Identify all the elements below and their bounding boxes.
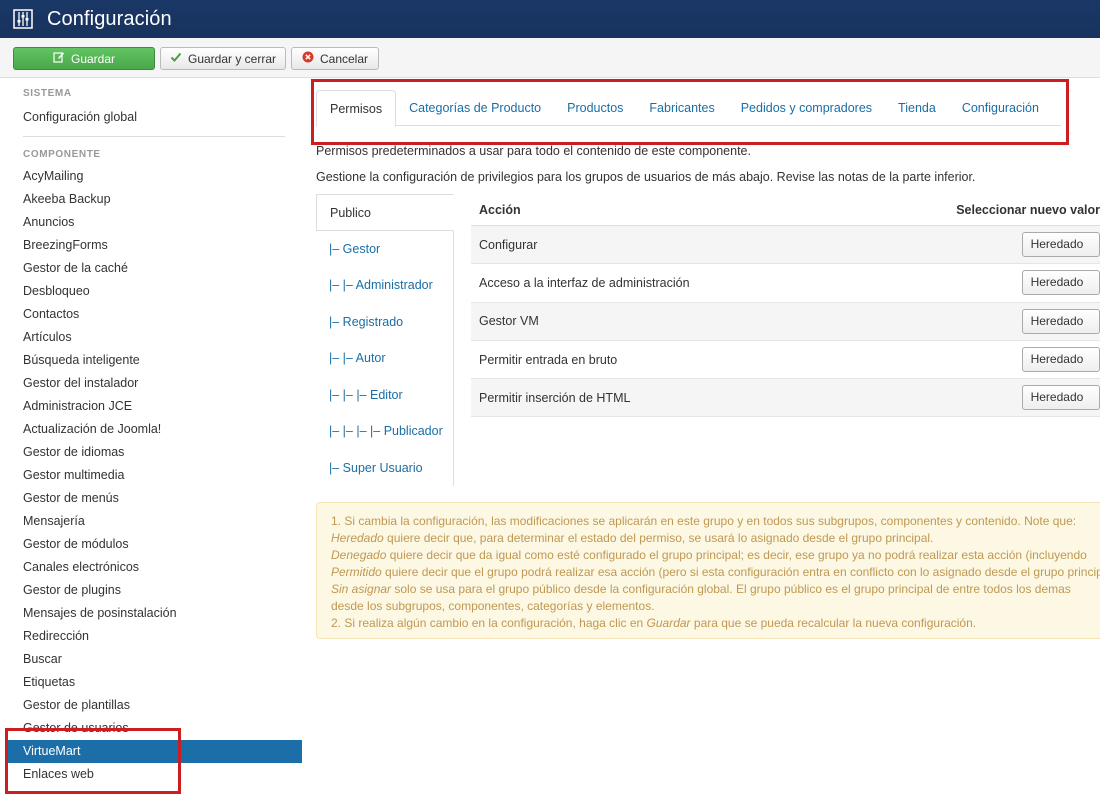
note-line: 2. Si realiza algún cambio en la configu… xyxy=(331,616,977,630)
note-line: Permitido quiere decir que el grupo podr… xyxy=(331,565,1100,579)
sidebar-item-gestor-de-plugins[interactable]: Gestor de plugins xyxy=(8,579,302,602)
description-line-2: Gestione la configuración de privilegios… xyxy=(316,170,976,184)
group-publico[interactable]: Publico xyxy=(316,194,454,231)
user-group-list: Publico |– Gestor |– |– Administrador |– Re… xyxy=(316,194,454,486)
sidebar-item-administracion-jce[interactable]: Administracion JCE xyxy=(8,395,302,418)
group-administrador[interactable]: |– |– Administrador xyxy=(316,267,453,304)
permission-row: Permitir entrada en bruto Heredado xyxy=(471,341,1100,380)
check-icon xyxy=(170,51,182,66)
sidebar-item-gestor-de-idiomas[interactable]: Gestor de idiomas xyxy=(8,441,302,464)
sidebar: SISTEMA Configuración global COMPONENTE … xyxy=(8,88,302,786)
sidebar-item-gestor-de-modulos[interactable]: Gestor de módulos xyxy=(8,533,302,556)
group-autor[interactable]: |– |– Autor xyxy=(316,340,453,377)
permission-select[interactable]: Heredado xyxy=(1021,270,1100,296)
permission-select[interactable]: Heredado xyxy=(1021,347,1100,373)
note-line: Heredado quiere decir que, para determin… xyxy=(331,531,934,545)
sidebar-item-actualizacion-de-joomla[interactable]: Actualización de Joomla! xyxy=(8,418,302,441)
sidebar-item-desbloqueo[interactable]: Desbloqueo xyxy=(8,280,302,303)
sidebar-item-anuncios[interactable]: Anuncios xyxy=(8,211,302,234)
sidebar-item-mensajeria[interactable]: Mensajería xyxy=(8,510,302,533)
tab-fabricantes[interactable]: Fabricantes xyxy=(636,90,727,126)
tab-configuracion[interactable]: Configuración xyxy=(949,90,1052,126)
save-button[interactable]: Guardar xyxy=(13,47,155,70)
sidebar-item-gestor-de-menus[interactable]: Gestor de menús xyxy=(8,487,302,510)
page-title: Configuración xyxy=(47,7,172,30)
cancel-button[interactable]: Cancelar xyxy=(291,47,379,70)
group-publicador[interactable]: |– |– |– |– Publicador xyxy=(316,413,453,450)
save-label: Guardar xyxy=(70,51,116,66)
permission-select[interactable]: Heredado xyxy=(1021,232,1100,258)
sidebar-item-redireccion[interactable]: Redirección xyxy=(8,625,302,648)
sidebar-item-gestor-de-usuarios[interactable]: Gestor de usuarios xyxy=(8,717,302,740)
group-gestor[interactable]: |– Gestor xyxy=(316,231,453,268)
sidebar-item-mensajes-de-posinstalacion[interactable]: Mensajes de posinstalación xyxy=(8,602,302,625)
cancel-label: Cancelar xyxy=(319,51,369,66)
sidebar-item-articulos[interactable]: Artículos xyxy=(8,326,302,349)
sidebar-item-breezingforms[interactable]: BreezingForms xyxy=(8,234,302,257)
tab-categorias-de-producto[interactable]: Categorías de Producto xyxy=(396,90,554,126)
tab-productos[interactable]: Productos xyxy=(554,90,636,126)
permission-label: Configurar xyxy=(479,237,538,252)
save-close-button[interactable]: Guardar y cerrar xyxy=(160,47,286,70)
save-close-label: Guardar y cerrar xyxy=(187,51,277,66)
sidebar-item-buscar[interactable]: Buscar xyxy=(8,648,302,671)
cancel-circle-icon xyxy=(302,51,314,66)
edit-icon xyxy=(53,51,65,66)
tab-bar: Permisos Categorías de Producto Productos F… xyxy=(316,90,1061,127)
permission-label: Acceso a la interfaz de administración xyxy=(479,275,690,290)
note-line: 1. Si cambia la configuración, las modif… xyxy=(331,514,1077,528)
sidebar-item-gestor-de-la-cache[interactable]: Gestor de la caché xyxy=(8,257,302,280)
permission-row: Permitir inserción de HTML Heredado xyxy=(471,379,1100,418)
group-editor[interactable]: |– |– |– Editor xyxy=(316,377,453,414)
group-registrado[interactable]: |– Registrado xyxy=(316,304,453,341)
settings-sliders-icon xyxy=(12,8,34,30)
permission-row: Acceso a la interfaz de administración He… xyxy=(471,264,1100,303)
sidebar-item-configuracion-global[interactable]: Configuración global xyxy=(8,106,302,129)
sidebar-heading-system: SISTEMA xyxy=(23,88,72,99)
permission-label: Permitir inserción de HTML xyxy=(479,390,631,405)
column-select: Seleccionar nuevo valor xyxy=(956,202,1100,217)
sidebar-heading-component: COMPONENTE xyxy=(23,149,101,160)
sidebar-item-enlaces-web[interactable]: Enlaces web xyxy=(8,763,302,786)
permission-row: Gestor VM Heredado xyxy=(471,302,1100,341)
sidebar-item-gestor-multimedia[interactable]: Gestor multimedia xyxy=(8,464,302,487)
note-line: Denegado quiere decir que da igual como … xyxy=(331,548,1087,562)
sidebar-divider xyxy=(23,136,285,137)
sidebar-item-contactos[interactable]: Contactos xyxy=(8,303,302,326)
sidebar-item-gestor-del-instalador[interactable]: Gestor del instalador xyxy=(8,372,302,395)
tab-permisos[interactable]: Permisos xyxy=(316,90,397,127)
sidebar-item-gestor-de-plantillas[interactable]: Gestor de plantillas xyxy=(8,694,302,717)
description-line-1: Permisos predeterminados a usar para tod… xyxy=(316,144,751,158)
permission-label: Gestor VM xyxy=(479,314,539,329)
tab-tienda[interactable]: Tienda xyxy=(885,90,949,126)
tab-pedidos-y-compradores[interactable]: Pedidos y compradores xyxy=(728,90,885,126)
app-header: Configuración xyxy=(0,0,1100,38)
note-line: desde los subgrupos, componentes, catego… xyxy=(331,599,655,613)
sidebar-item-canales-electronicos[interactable]: Canales electrónicos xyxy=(8,556,302,579)
toolbar: Guardar Guardar y cerrar Cancelar xyxy=(0,38,1100,78)
sidebar-item-acymailing[interactable]: AcyMailing xyxy=(8,165,302,188)
group-super-usuario[interactable]: |– Super Usuario xyxy=(316,450,453,487)
permissions-header: Acción Seleccionar nuevo valor xyxy=(471,194,1100,226)
permissions-notes: 1. Si cambia la configuración, las modif… xyxy=(316,502,1100,639)
permission-select[interactable]: Heredado xyxy=(1021,385,1100,411)
note-line: Sin asignar solo se usa para el grupo pú… xyxy=(331,582,1071,596)
permission-label: Permitir entrada en bruto xyxy=(479,352,618,367)
sidebar-item-virtuemart[interactable]: VirtueMart xyxy=(8,740,302,763)
permissions-table: Acción Seleccionar nuevo valor Configura… xyxy=(471,194,1100,418)
sidebar-item-busqueda-inteligente[interactable]: Búsqueda inteligente xyxy=(8,349,302,372)
sidebar-item-etiquetas[interactable]: Etiquetas xyxy=(8,671,302,694)
sidebar-item-akeeba-backup[interactable]: Akeeba Backup xyxy=(8,188,302,211)
column-action: Acción xyxy=(479,202,521,217)
component-list: AcyMailing Akeeba Backup Anuncios BreezingF… xyxy=(8,165,302,786)
permission-select[interactable]: Heredado xyxy=(1021,308,1100,334)
permission-row: Configurar Heredado xyxy=(471,226,1100,265)
